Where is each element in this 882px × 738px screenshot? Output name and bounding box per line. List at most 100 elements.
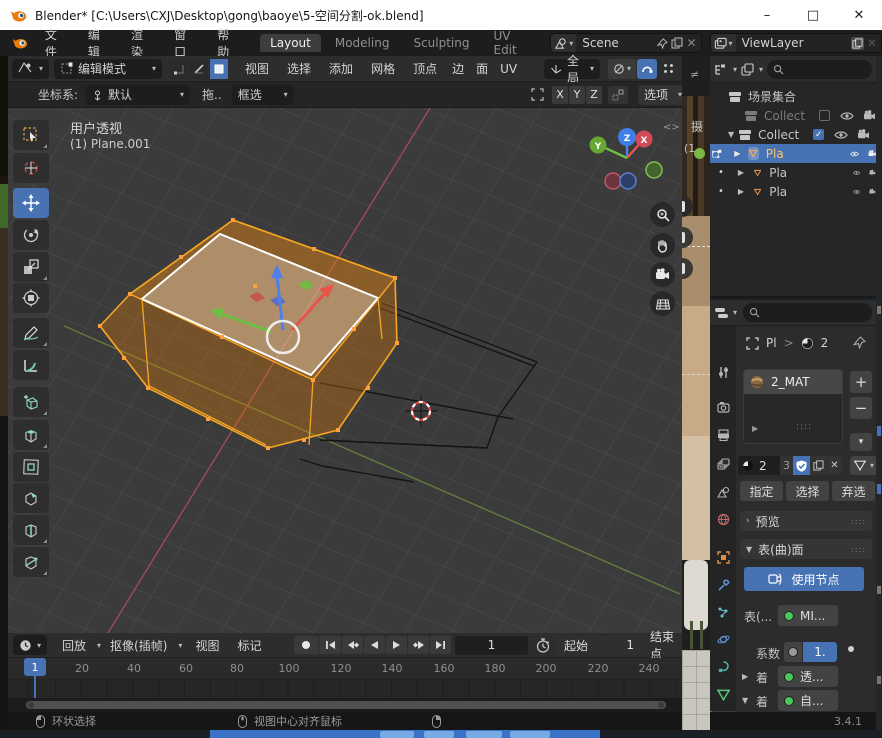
panel-grip-icon[interactable]: :::: xyxy=(851,517,866,526)
copy-icon[interactable] xyxy=(671,37,683,49)
tab-render[interactable] xyxy=(710,395,736,419)
material-users-button[interactable]: 3 xyxy=(780,456,793,475)
workspace-tab-uvedit[interactable]: UV Edit xyxy=(484,27,543,59)
camera-render-icon[interactable] xyxy=(868,148,876,159)
timeline-scrollbar[interactable] xyxy=(8,698,682,712)
tool-extrude-region[interactable] xyxy=(13,420,49,450)
eye-icon[interactable] xyxy=(853,187,860,197)
pan-hand-button[interactable] xyxy=(650,233,675,258)
shader2-dropdown[interactable]: 自... xyxy=(778,690,838,711)
timeline-menu-keying[interactable]: 抠像(插帧) xyxy=(101,637,176,654)
tool-move[interactable] xyxy=(13,188,49,218)
preview-panel-header[interactable]: › 预览 :::: xyxy=(740,511,872,531)
scene-name[interactable]: Scene xyxy=(576,36,657,50)
axis-gizmo[interactable]: Z X Y xyxy=(590,128,663,189)
expand-arrow-icon[interactable]: ▼ xyxy=(728,130,734,139)
camera-view-button[interactable] xyxy=(650,262,675,287)
snap-target-icon[interactable] xyxy=(530,87,545,102)
tab-tool[interactable] xyxy=(710,360,736,384)
factor-value-slider[interactable]: 1. xyxy=(803,642,837,662)
blender-menu-icon[interactable] xyxy=(12,36,28,50)
playhead-line[interactable] xyxy=(34,676,36,698)
workspace-tab-modeling[interactable]: Modeling xyxy=(325,34,400,52)
workspace-tab-layout[interactable]: Layout xyxy=(260,34,321,52)
tool-scale[interactable] xyxy=(13,252,49,282)
outliner-row-collection-2[interactable]: ▼ Collect ✓ xyxy=(710,125,876,144)
surface-shader-dropdown[interactable]: MI... xyxy=(778,605,838,626)
properties-editor-button[interactable]: ▾ xyxy=(714,307,737,319)
outliner-row-plane-3[interactable]: • ▶ Pla xyxy=(710,182,876,201)
vp-menu-vertex[interactable]: 顶点 xyxy=(404,60,446,77)
outliner-filter-button[interactable]: ▾ xyxy=(741,63,763,76)
sidebar-toggle-arrows[interactable]: <> xyxy=(663,122,680,133)
outliner-editor-button[interactable]: ▾ xyxy=(714,63,737,76)
tool-measure[interactable] xyxy=(13,350,49,380)
orientation-dropdown[interactable]: 全局 ▾ xyxy=(544,59,600,79)
material-slot-row[interactable]: 2_MAT xyxy=(744,370,842,394)
vp-menu-add[interactable]: 添加 xyxy=(320,60,362,77)
select-mode-edge[interactable] xyxy=(190,59,208,79)
coord-dropdown[interactable]: 默认 ▾ xyxy=(86,85,190,105)
outliner-search[interactable] xyxy=(767,60,872,79)
slot-add-button[interactable]: + xyxy=(850,371,872,393)
panel-grip-icon[interactable]: :::: xyxy=(851,545,866,554)
viewlayer-name[interactable]: ViewLayer xyxy=(736,36,848,50)
jump-to-end-button[interactable] xyxy=(430,636,451,654)
vp-menu-select[interactable]: 选择 xyxy=(278,60,320,77)
scene-unlink-icon[interactable]: ✕ xyxy=(686,36,696,50)
expanded-arrow-icon[interactable]: ▼ xyxy=(742,696,748,705)
outliner-row-plane-2[interactable]: • ▶ Pla xyxy=(710,163,876,182)
breadcrumb-object[interactable]: Pl xyxy=(766,336,777,350)
timeline-menu-marker[interactable]: 标记 xyxy=(228,637,270,654)
deselect-button[interactable]: 弃选 xyxy=(832,481,875,501)
eye-icon[interactable] xyxy=(853,168,860,178)
auto-key-button[interactable] xyxy=(294,636,318,654)
options-dropdown[interactable]: 选项 ▾ xyxy=(638,85,688,105)
timeline-ruler[interactable]: 20 40 60 80 100 120 140 160 180 200 220 … xyxy=(8,658,682,680)
list-expand-icon[interactable]: ▶ xyxy=(752,424,758,433)
collection-checkbox-off[interactable] xyxy=(819,110,830,121)
expand-arrow-icon[interactable]: ▶ xyxy=(738,187,744,196)
properties-search[interactable] xyxy=(743,303,872,322)
decorator-dot-icon[interactable] xyxy=(848,646,854,652)
link-dropdown[interactable]: ▾ xyxy=(850,456,878,475)
frame-start-field[interactable]: 起始 1 xyxy=(556,636,642,655)
tab-output[interactable] xyxy=(710,423,736,447)
unlink-material-button[interactable]: ✕ xyxy=(827,456,842,475)
vp-menu-mesh[interactable]: 网格 xyxy=(362,60,404,77)
outliner-row-scene-collection[interactable]: 场景集合 xyxy=(710,87,876,106)
outliner-row-plane-selected[interactable]: ▶ Pla xyxy=(710,144,876,163)
tool-transform[interactable] xyxy=(13,283,49,313)
list-grip-icon[interactable]: :::: xyxy=(796,422,812,432)
tab-object[interactable] xyxy=(710,545,736,569)
play-button[interactable] xyxy=(386,636,407,654)
viewport-3d[interactable]: Z X Y 用户透视 (1) Plane.001 <> xyxy=(8,108,682,633)
current-frame-field[interactable]: 1 xyxy=(455,636,528,655)
pin-icon[interactable] xyxy=(657,38,668,49)
next-keyframe-button[interactable] xyxy=(408,636,429,654)
tool-box-select[interactable] xyxy=(13,120,49,150)
select-button[interactable]: 选择 xyxy=(786,481,829,501)
viewlayer-copy-icon[interactable] xyxy=(851,37,864,50)
tab-particles[interactable] xyxy=(710,600,736,624)
proportional-falloff-button[interactable] xyxy=(608,86,628,104)
tool-annotate[interactable] xyxy=(13,318,49,348)
select-mode-vertex[interactable] xyxy=(170,59,188,79)
tab-modifiers[interactable] xyxy=(710,573,736,597)
viewlayer-browse-button[interactable]: ▾ xyxy=(711,34,736,52)
slot-specials-button[interactable]: ▾ xyxy=(850,433,872,451)
vp-menu-face[interactable]: 面 xyxy=(470,60,494,77)
tab-object-data[interactable] xyxy=(710,683,736,707)
axis-x-toggle[interactable]: X xyxy=(552,86,568,104)
scene-browse-button[interactable]: ▾ xyxy=(551,34,576,52)
tab-world[interactable] xyxy=(710,507,736,531)
playhead-current-frame[interactable]: 1 xyxy=(24,658,46,676)
use-nodes-button[interactable]: 使用节点 xyxy=(744,567,864,591)
play-reverse-button[interactable] xyxy=(364,636,385,654)
proportional-edit-toggle[interactable] xyxy=(637,59,657,79)
breadcrumb-material[interactable]: 2 xyxy=(821,336,829,350)
slot-remove-button[interactable]: − xyxy=(850,397,872,419)
material-browse-field[interactable]: 2 xyxy=(738,456,780,475)
prev-keyframe-button[interactable] xyxy=(342,636,363,654)
tab-scene[interactable] xyxy=(710,480,736,504)
